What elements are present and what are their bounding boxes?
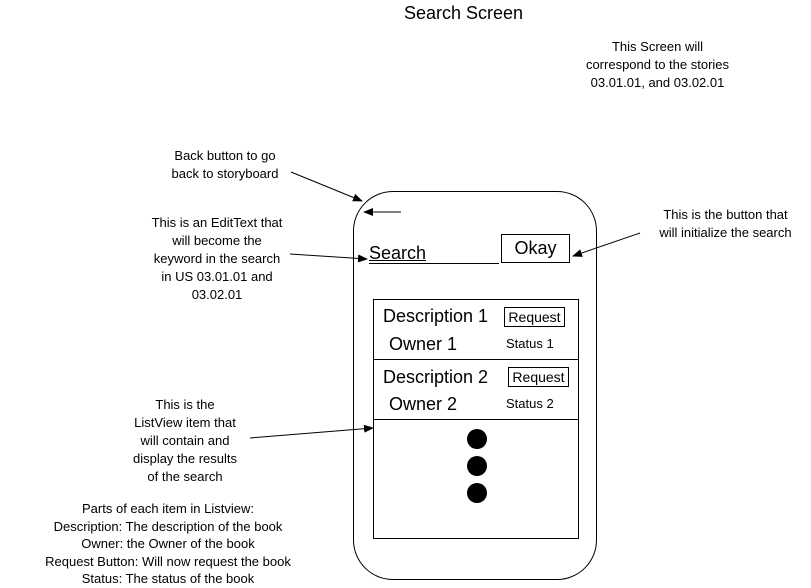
edit-text-pointer — [289, 253, 368, 263]
listview-pointer — [249, 424, 374, 439]
okay-button-pointer — [572, 232, 641, 257]
annotation-arrows — [249, 171, 641, 439]
back-button-pointer — [290, 171, 363, 202]
